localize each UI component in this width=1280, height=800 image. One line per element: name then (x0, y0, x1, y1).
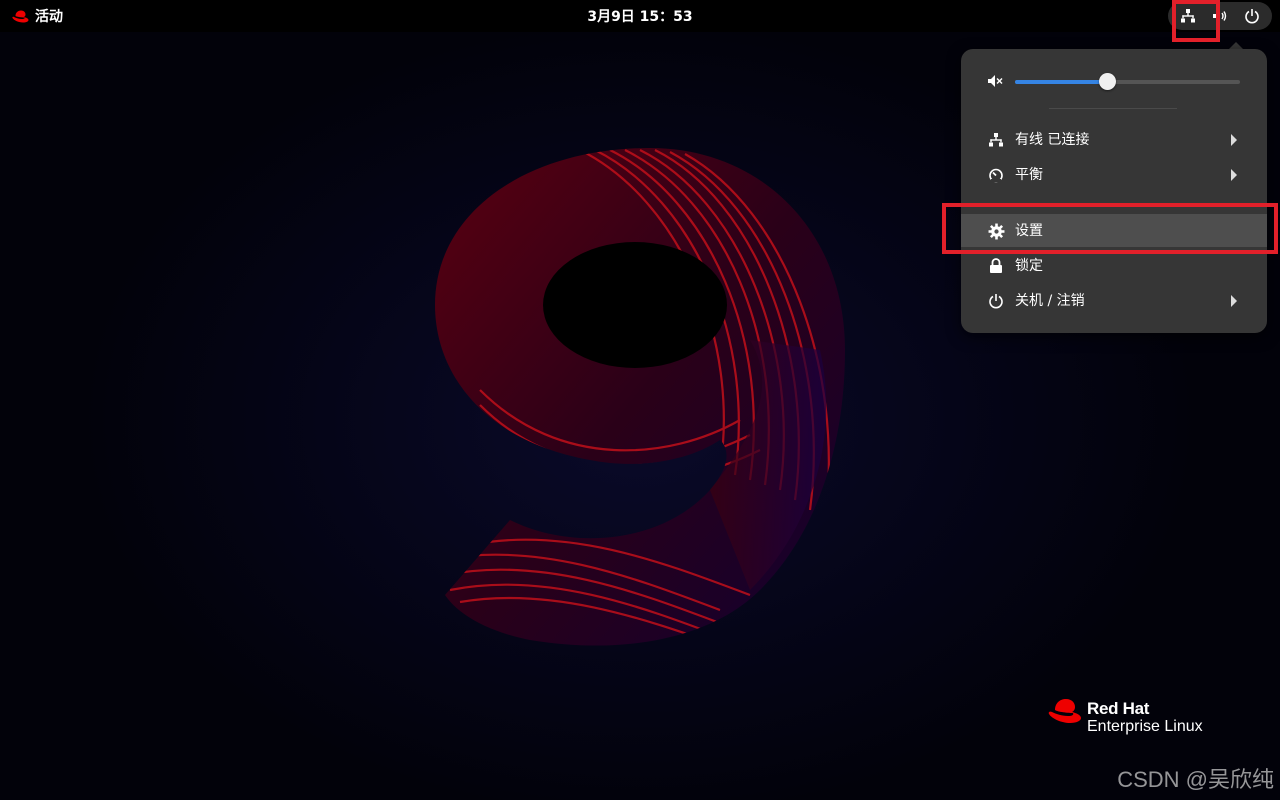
volume-slider-fill (1015, 80, 1108, 84)
volume-row (985, 69, 1245, 93)
network-wired-icon[interactable] (1174, 2, 1202, 30)
power-icon[interactable] (1238, 2, 1266, 30)
menu-separator (1049, 108, 1177, 109)
network-wired-icon (987, 131, 1005, 149)
submenu-arrow-icon (1231, 169, 1237, 181)
menu-item-label: 平衡 (1015, 167, 1043, 183)
activities-label: 活动 (35, 9, 63, 25)
volume-icon[interactable] (1206, 2, 1234, 30)
menu-item-label: 设置 (1015, 223, 1043, 239)
power-profile-icon (987, 166, 1005, 184)
menu-item-wired-connection[interactable]: 有线 已连接 (961, 123, 1267, 156)
menu-item-label: 有线 已连接 (1015, 132, 1090, 148)
volume-muted-icon[interactable] (987, 73, 1003, 89)
submenu-arrow-icon (1231, 134, 1237, 146)
gear-icon (987, 222, 1005, 240)
power-icon (987, 292, 1005, 310)
system-menu: 有线 已连接 平衡 设置 锁定 关机 / 注销 (961, 49, 1267, 333)
menu-item-power-profile[interactable]: 平衡 (961, 158, 1267, 191)
menu-item-power-off-logout[interactable]: 关机 / 注销 (961, 284, 1267, 317)
menu-item-label: 关机 / 注销 (1015, 293, 1085, 309)
redhat-logo-icon (1048, 699, 1081, 723)
lock-icon (987, 257, 1005, 275)
menu-item-settings[interactable]: 设置 (961, 214, 1267, 247)
redhat-branding: Red Hat Enterprise Linux (1048, 696, 1228, 742)
activities-button[interactable]: 活动 (12, 0, 63, 32)
top-bar: 活动 3月9日 15：53 (0, 0, 1280, 32)
wallpaper-nine-artwork (435, 148, 845, 646)
clock[interactable]: 3月9日 15：53 (587, 6, 692, 26)
brand-line-2: Enterprise Linux (1087, 718, 1203, 735)
menu-item-label: 锁定 (1015, 258, 1043, 274)
submenu-arrow-icon (1231, 295, 1237, 307)
watermark: CSDN @吴欣纯 (1117, 767, 1274, 792)
brand-line-1: Red Hat (1087, 699, 1150, 718)
volume-slider-handle[interactable] (1099, 73, 1117, 90)
menu-item-lock[interactable]: 锁定 (961, 249, 1267, 282)
volume-slider[interactable] (1015, 73, 1240, 90)
redhat-logo-icon (12, 10, 29, 22)
system-status-area[interactable] (1168, 2, 1272, 30)
